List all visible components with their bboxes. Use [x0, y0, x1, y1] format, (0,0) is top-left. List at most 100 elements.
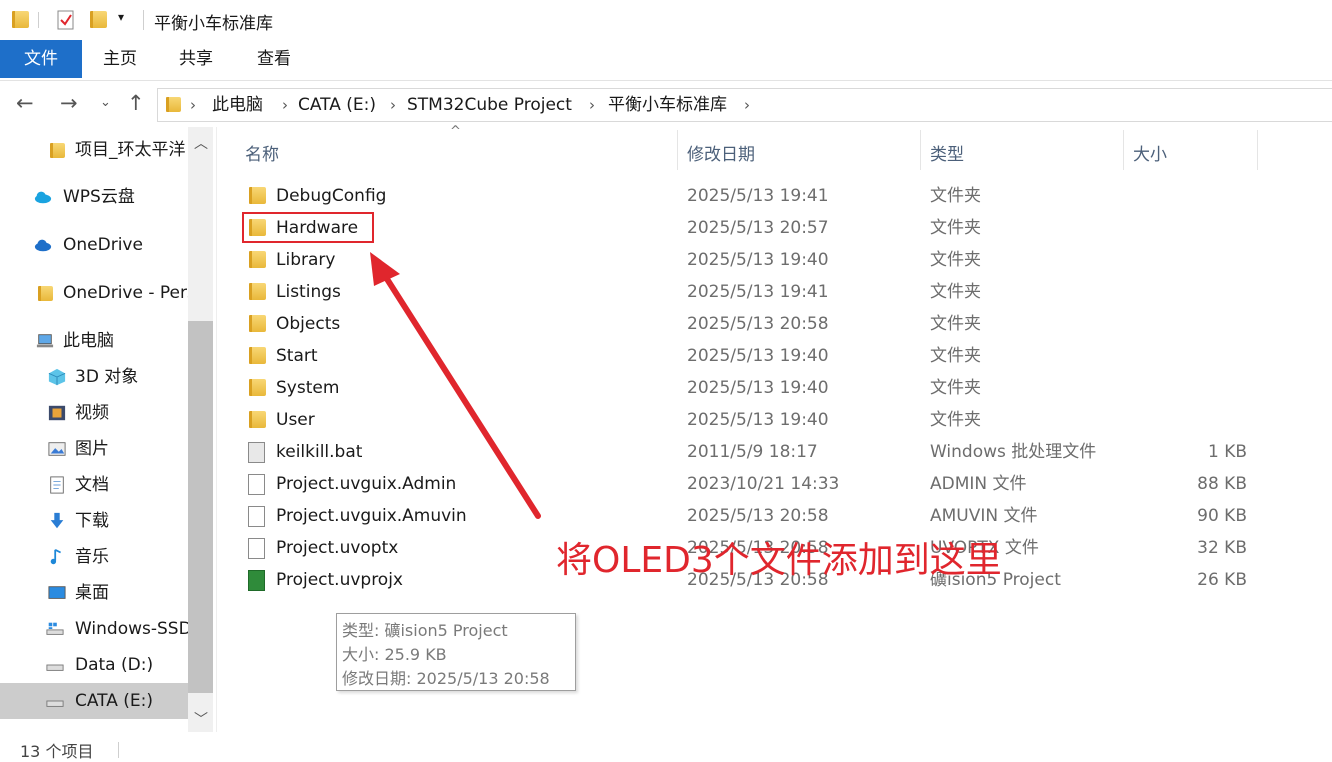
- file-row[interactable]: DebugConfig 2025/5/13 19:41 文件夹: [240, 180, 1260, 212]
- folder-icon: [249, 379, 266, 396]
- tooltip-size: 大小: 25.9 KB: [342, 645, 447, 664]
- file-name: System: [276, 378, 340, 398]
- chevron-right-icon[interactable]: ›: [390, 94, 396, 116]
- sidebar-item-label: 桌面: [75, 583, 109, 603]
- file-type: 文件夹: [930, 218, 981, 238]
- file-type: 文件夹: [930, 282, 981, 302]
- file-size: 26 KB: [1197, 570, 1247, 590]
- file-name: Objects: [276, 314, 341, 334]
- sidebar-item-videos[interactable]: 视频: [0, 395, 188, 431]
- file-type: 文件夹: [930, 378, 981, 398]
- file-name: User: [276, 410, 315, 430]
- sidebar-item-data-drive[interactable]: Data (D:): [0, 647, 188, 683]
- sidebar-item-music[interactable]: 音乐: [0, 539, 188, 575]
- sidebar-item-onedrive[interactable]: OneDrive: [0, 227, 188, 263]
- file-size: 1 KB: [1207, 442, 1247, 462]
- scroll-up-icon[interactable]: ︿: [194, 133, 208, 153]
- sidebar-item-downloads[interactable]: 下载: [0, 503, 188, 539]
- scroll-thumb[interactable]: [188, 321, 213, 693]
- sidebar-item-pictures[interactable]: 图片: [0, 431, 188, 467]
- scroll-down-icon[interactable]: ﹀: [194, 709, 208, 729]
- file-name: Library: [276, 250, 336, 270]
- sidebar-item-windows-ssd[interactable]: Windows-SSD: [0, 611, 188, 647]
- folder-icon: [249, 283, 266, 300]
- file-date: 2023/10/21 14:33: [687, 474, 840, 494]
- sidebar-item-label: 音乐: [75, 547, 109, 567]
- sidebar-item-wps-cloud[interactable]: WPS云盘: [0, 179, 188, 215]
- cloud-icon: [34, 191, 52, 204]
- file-type: 文件夹: [930, 186, 981, 206]
- picture-icon: [48, 442, 66, 456]
- file-date: 2025/5/13 19:41: [687, 282, 829, 302]
- breadcrumb-current-folder[interactable]: 平衡小车标准库: [608, 94, 727, 116]
- new-folder-icon[interactable]: [90, 11, 107, 28]
- chevron-right-icon[interactable]: ›: [190, 94, 196, 116]
- file-type: 文件夹: [930, 250, 981, 270]
- file-size: 88 KB: [1197, 474, 1247, 494]
- file-date: 2025/5/13 19:41: [687, 186, 829, 206]
- up-arrow-icon[interactable]: ↑: [127, 91, 145, 115]
- tooltip-date: 修改日期: 2025/5/13 20:58: [342, 669, 550, 688]
- folder-icon: [249, 187, 266, 204]
- file-row[interactable]: Hardware 2025/5/13 20:57 文件夹: [240, 212, 1260, 244]
- sidebar-item-onedrive-personal[interactable]: OneDrive - Personal: [0, 275, 188, 311]
- file-date: 2025/5/13 20:58: [687, 506, 829, 526]
- column-header-type[interactable]: 类型: [930, 140, 964, 165]
- sidebar-item-documents[interactable]: 文档: [0, 467, 188, 503]
- column-header-date[interactable]: 修改日期: [687, 140, 755, 165]
- divider: [143, 10, 144, 30]
- sidebar-item-label: OneDrive: [63, 235, 143, 255]
- breadcrumb-drive[interactable]: CATA (E:): [298, 94, 376, 116]
- file-date: 2025/5/13 19:40: [687, 410, 829, 430]
- properties-icon[interactable]: [57, 9, 75, 31]
- column-divider[interactable]: [677, 130, 678, 170]
- sidebar-item-label: Data (D:): [75, 655, 154, 675]
- file-size: 90 KB: [1197, 506, 1247, 526]
- sidebar-item-project[interactable]: 项目_环太平洋: [0, 132, 188, 168]
- sidebar-item-label: 项目_环太平洋: [75, 140, 186, 160]
- forward-arrow-icon[interactable]: →: [60, 91, 78, 115]
- tab-view[interactable]: 查看: [246, 40, 302, 78]
- chevron-right-icon[interactable]: ›: [589, 94, 595, 116]
- column-header-size[interactable]: 大小: [1133, 140, 1167, 165]
- navigation-pane: 项目_环太平洋 WPS云盘 OneDrive OneDrive - Person…: [0, 127, 213, 732]
- tab-file[interactable]: 文件: [0, 40, 82, 78]
- folder-icon: [249, 251, 266, 268]
- tab-home[interactable]: 主页: [92, 40, 148, 78]
- music-icon: [50, 548, 62, 565]
- breadcrumb-this-pc[interactable]: 此电脑: [212, 94, 263, 116]
- annotation-arrow: [370, 252, 541, 519]
- ribbon-tabs: 文件 主页 共享 查看: [0, 40, 1332, 81]
- recent-chevron-icon[interactable]: ⌄: [100, 91, 111, 115]
- file-name: Project.uvprojx: [276, 570, 403, 590]
- sidebar-scrollbar[interactable]: ︿ ﹀: [188, 127, 213, 732]
- back-arrow-icon[interactable]: ←: [16, 91, 34, 115]
- column-header-name[interactable]: 名称: [245, 140, 279, 165]
- column-divider[interactable]: [1257, 130, 1258, 170]
- breadcrumb-project-folder[interactable]: STM32Cube Project: [407, 94, 572, 116]
- sidebar-item-3d-objects[interactable]: 3D 对象: [0, 359, 188, 395]
- file-name: DebugConfig: [276, 186, 387, 206]
- chevron-down-icon[interactable]: ▾: [118, 10, 124, 24]
- chevron-right-icon[interactable]: ›: [282, 94, 288, 116]
- sidebar-item-label: 下载: [75, 511, 109, 531]
- drive-icon: [46, 664, 64, 671]
- sidebar-item-this-pc[interactable]: 此电脑: [0, 323, 188, 359]
- sidebar-item-label: CATA (E:): [75, 691, 154, 711]
- computer-icon: [36, 334, 54, 348]
- file-icon: [248, 538, 265, 559]
- document-icon: [50, 476, 64, 494]
- column-divider[interactable]: [920, 130, 921, 170]
- sidebar-item-desktop[interactable]: 桌面: [0, 575, 188, 611]
- tab-share[interactable]: 共享: [168, 40, 224, 78]
- file-name: keilkill.bat: [276, 442, 363, 462]
- sidebar-item-cata-drive[interactable]: CATA (E:): [0, 683, 188, 719]
- sidebar-item-label: 视频: [75, 403, 109, 423]
- file-name: Project.uvoptx: [276, 538, 399, 558]
- chevron-right-icon[interactable]: ›: [744, 94, 750, 116]
- file-date: 2011/5/9 18:17: [687, 442, 818, 462]
- drive-icon: [46, 700, 64, 707]
- column-divider[interactable]: [1123, 130, 1124, 170]
- sidebar-item-label: OneDrive - Personal: [63, 283, 188, 303]
- address-bar[interactable]: › 此电脑 › CATA (E:) › STM32Cube Project › …: [157, 88, 1332, 122]
